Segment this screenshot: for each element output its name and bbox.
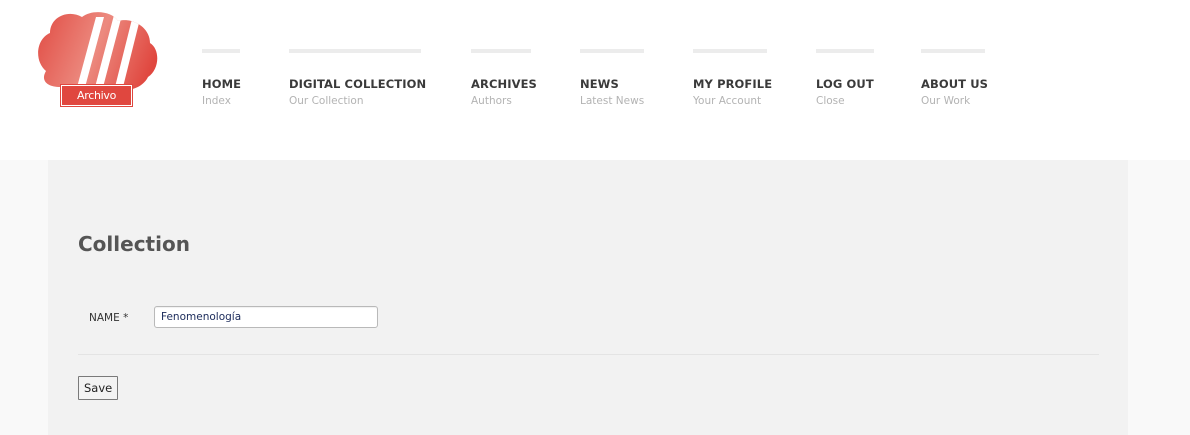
content-panel: Collection NAME * Save: [48, 160, 1128, 435]
nav-item-sublabel: Latest News: [580, 95, 645, 107]
nav-bar: [289, 49, 421, 53]
nav-item-log-out[interactable]: LOG OUT Close: [816, 49, 874, 107]
nav-bar: [580, 49, 644, 53]
nav-item-sublabel: Our Work: [921, 95, 971, 107]
nav-bar: [202, 49, 240, 53]
nav-item-my-profile[interactable]: MY PROFILE Your Account: [693, 49, 772, 107]
nav-bar: [921, 49, 985, 53]
nav-item-digital-collection[interactable]: DIGITAL COLLECTION Our Collection: [289, 49, 426, 107]
nav-item-home[interactable]: HOME Index: [202, 49, 241, 107]
name-field-label: NAME *: [89, 312, 129, 324]
site-header: Archivo HOME Index DIGITAL COLLECTION Ou…: [0, 0, 1190, 160]
save-button[interactable]: Save: [78, 376, 119, 400]
nav-item-sublabel: Your Account: [693, 95, 762, 107]
nav-item-label: ARCHIVES: [471, 77, 537, 91]
nav-item-sublabel: Authors: [471, 95, 512, 107]
nav-bar: [693, 49, 767, 53]
form-divider: [78, 354, 1099, 355]
nav-item-label: MY PROFILE: [693, 77, 773, 91]
nav-item-label: ABOUT US: [921, 77, 989, 91]
page-title: Collection: [78, 232, 190, 256]
nav-item-label: DIGITAL COLLECTION: [289, 77, 427, 91]
name-input[interactable]: [154, 306, 378, 328]
nav-item-about-us[interactable]: ABOUT US Our Work: [921, 49, 988, 107]
nav-bar: [471, 49, 531, 53]
nav-item-sublabel: Our Collection: [289, 95, 364, 107]
nav-item-news[interactable]: NEWS Latest News: [580, 49, 644, 107]
nav-item-archives[interactable]: ARCHIVES Authors: [471, 49, 537, 107]
nav-item-sublabel: Index: [202, 95, 231, 107]
nav-item-label: LOG OUT: [816, 77, 874, 91]
nav-item-label: NEWS: [580, 77, 619, 91]
main-nav: HOME Index DIGITAL COLLECTION Our Collec…: [0, 0, 1190, 160]
nav-bar: [816, 49, 874, 53]
nav-item-label: HOME: [202, 77, 242, 91]
nav-item-sublabel: Close: [816, 95, 845, 107]
